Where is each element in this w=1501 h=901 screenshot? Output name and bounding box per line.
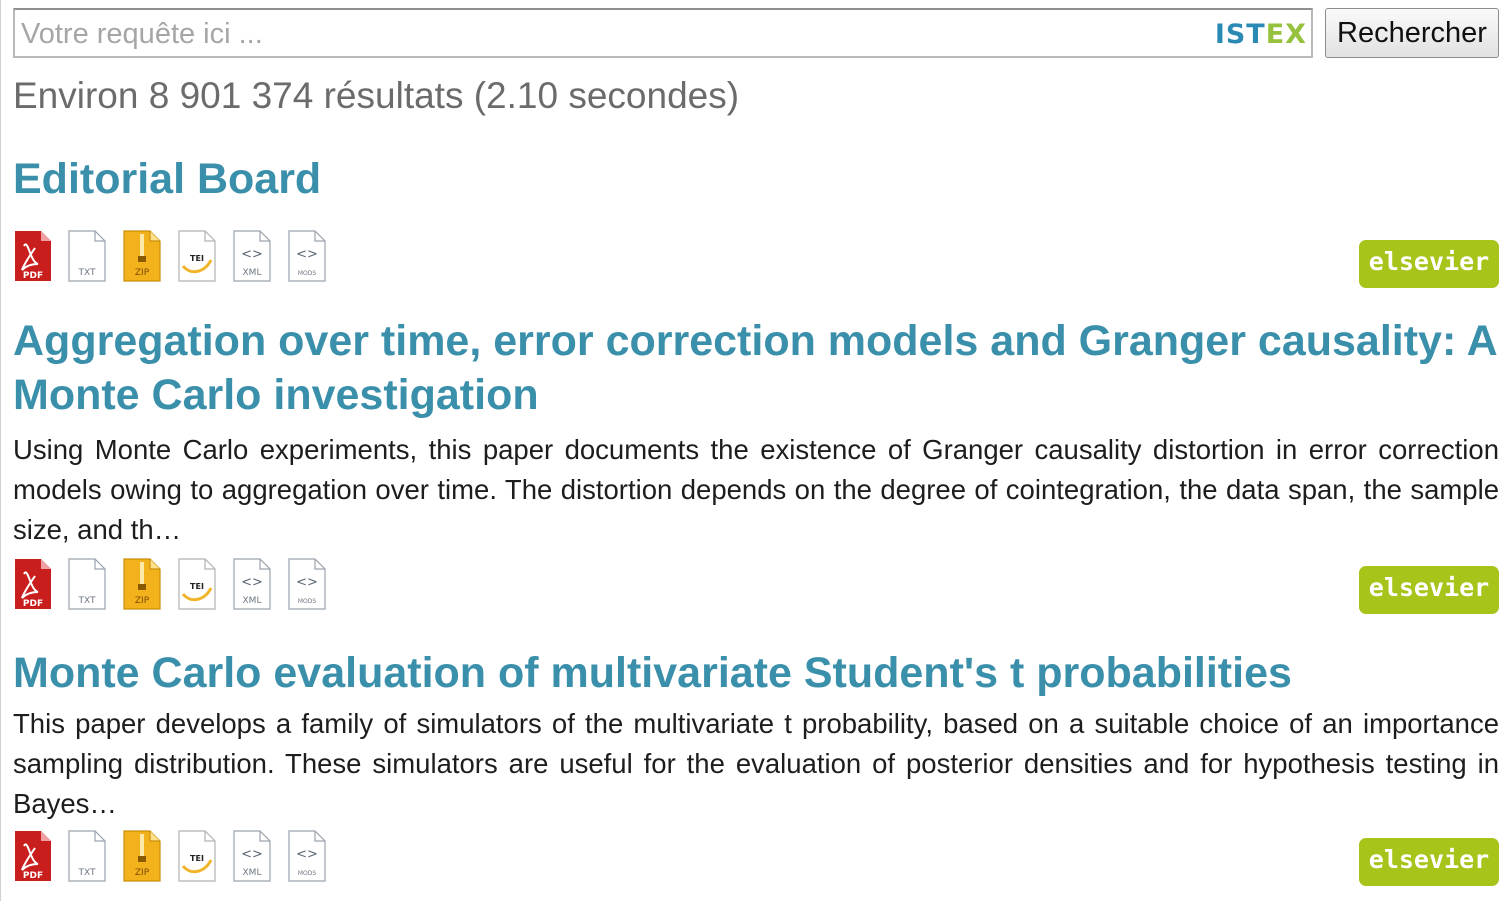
result-abstract: This paper develops a family of simulato… [13,708,1499,819]
mods-icon[interactable]: <> MODS [287,830,327,882]
format-icons-row: elsevier PDF TXT ZIP TEI <> XML <> MODS [13,558,1499,614]
results-count: Environ 8 901 374 résultats (2.10 second… [13,75,740,116]
result-item: Aggregation over time, error correction … [13,314,1499,614]
svg-text:<>: <> [241,575,263,590]
svg-text:MODS: MODS [298,270,317,277]
tei-icon[interactable]: TEI [177,558,217,610]
txt-icon[interactable]: TXT [67,230,107,282]
svg-text:XML: XML [243,268,262,278]
publisher-badge[interactable]: elsevier [1359,838,1499,886]
svg-text:TXT: TXT [77,868,96,878]
result-item: Editorial Board PDF TXT ZIP TEI <> XML <> MODS … [13,152,1499,288]
txt-icon[interactable]: TXT [67,558,107,610]
result-abstract: Using Monte Carlo experiments, this pape… [13,434,1499,545]
tei-icon[interactable]: TEI [177,830,217,882]
svg-text:ZIP: ZIP [135,596,150,606]
svg-text:TXT: TXT [77,268,96,278]
result-title-link[interactable]: Editorial Board [13,152,1499,206]
istex-logo-part1: IST [1214,19,1266,50]
format-icons-row: PDF TXT ZIP TEI <> XML <> MODS [13,230,1499,286]
search-results-page: ISTEX Rechercher Environ 8 901 374 résul… [0,0,1501,901]
xml-icon[interactable]: <> XML [232,830,272,882]
search-bar: ISTEX Rechercher [13,8,1499,58]
svg-text:PDF: PDF [23,599,43,609]
svg-text:TXT: TXT [77,596,96,606]
xml-icon[interactable]: <> XML [232,558,272,610]
pdf-icon[interactable]: PDF [13,558,53,610]
svg-text:<>: <> [296,247,318,262]
mods-icon[interactable]: <> MODS [287,558,327,610]
pdf-icon[interactable]: PDF [13,230,53,282]
svg-text:MODS: MODS [298,598,317,605]
zip-icon[interactable]: ZIP [122,830,162,882]
zip-icon[interactable]: ZIP [122,558,162,610]
result-item: Monte Carlo evaluation of multivariate S… [13,646,1499,886]
mods-icon[interactable]: <> MODS [287,230,327,282]
svg-text:TEI: TEI [190,854,204,863]
svg-text:PDF: PDF [23,871,43,881]
svg-text:<>: <> [241,847,263,862]
publisher-badge[interactable]: elsevier [1359,566,1499,614]
svg-text:<>: <> [296,847,318,862]
svg-text:TEI: TEI [190,254,204,263]
svg-text:ZIP: ZIP [135,268,150,278]
svg-text:ZIP: ZIP [135,868,150,878]
format-icons-row: elsevier PDF TXT ZIP TEI <> XML <> MODS [13,830,1499,886]
svg-text:XML: XML [243,868,262,878]
txt-icon[interactable]: TXT [67,830,107,882]
result-title-link[interactable]: Aggregation over time, error correction … [13,314,1499,422]
svg-text:XML: XML [243,596,262,606]
tei-icon[interactable]: TEI [177,230,217,282]
zip-icon[interactable]: ZIP [122,230,162,282]
istex-logo: ISTEX [1215,18,1307,52]
xml-icon[interactable]: <> XML [232,230,272,282]
result-title-link[interactable]: Monte Carlo evaluation of multivariate S… [13,646,1499,700]
svg-text:<>: <> [241,247,263,262]
pdf-icon[interactable]: PDF [13,830,53,882]
svg-text:MODS: MODS [298,870,317,877]
search-input[interactable] [21,14,1201,54]
istex-logo-part2: EX [1265,19,1307,50]
search-button[interactable]: Rechercher [1325,8,1499,58]
search-box: ISTEX [13,8,1313,58]
svg-text:TEI: TEI [190,582,204,591]
svg-text:<>: <> [296,575,318,590]
publisher-badge[interactable]: elsevier [1359,240,1499,288]
svg-text:PDF: PDF [23,271,43,281]
